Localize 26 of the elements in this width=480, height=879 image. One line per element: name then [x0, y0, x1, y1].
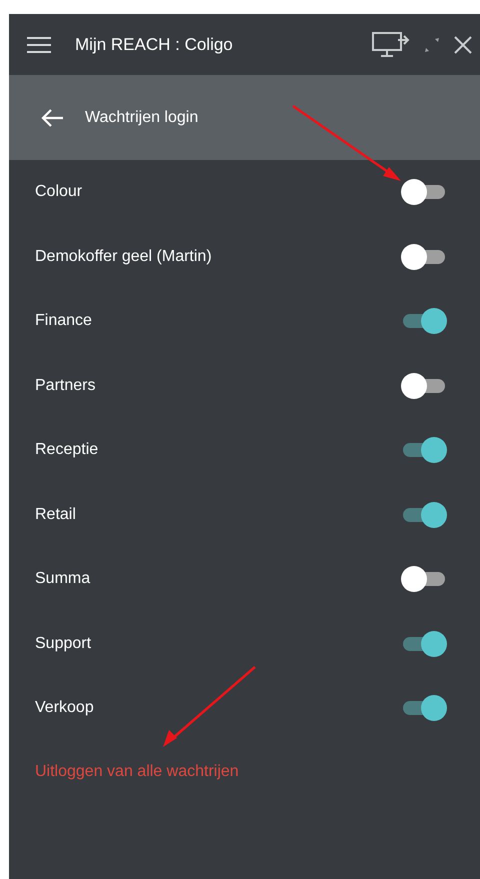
queue-label: Finance [35, 312, 92, 330]
toggle-switch[interactable] [401, 437, 447, 464]
queue-label: Partners [35, 376, 96, 395]
toggle-switch[interactable] [401, 179, 447, 206]
toggle-switch[interactable] [401, 502, 447, 528]
queue-label: Receptie [35, 441, 98, 460]
toggle-switch[interactable] [401, 372, 447, 399]
menu-icon[interactable] [27, 36, 51, 54]
queue-label: Summa [35, 570, 90, 588]
queue-label: Demokoffer geel (Martin) [35, 248, 212, 266]
logout-link[interactable]: Uitloggen van alle wachtrijen [35, 762, 239, 780]
close-icon[interactable] [454, 36, 472, 54]
toggle-switch[interactable] [401, 695, 447, 722]
queue-label: Colour [35, 183, 82, 202]
minimize-icon[interactable] [424, 36, 440, 52]
window-title: Mijn REACH : Coligo [75, 34, 233, 54]
queue-label: Verkoop [35, 699, 94, 718]
toggle-switch[interactable] [401, 244, 447, 270]
queue-label: Support [35, 634, 92, 653]
queue-label: Retail [35, 506, 76, 524]
page-title: Wachtrijen login [85, 108, 198, 126]
toggle-switch[interactable] [401, 630, 447, 657]
back-arrow-icon[interactable] [41, 108, 63, 126]
toggle-switch[interactable] [401, 566, 447, 592]
monitor-arrow-icon[interactable] [372, 32, 410, 58]
toggle-switch[interactable] [401, 308, 447, 334]
